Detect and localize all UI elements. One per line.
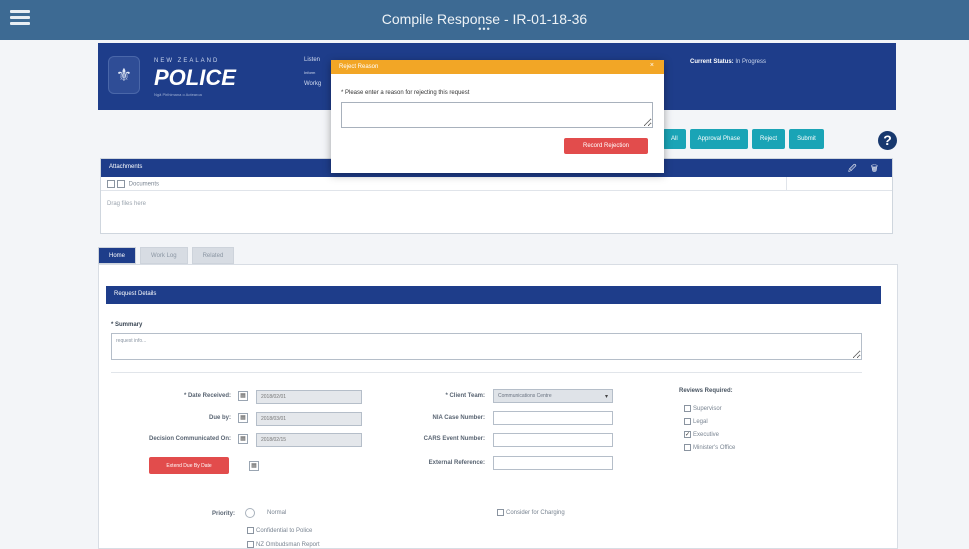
review-legal-checkbox[interactable]: Legal <box>684 418 708 425</box>
expand-icon[interactable] <box>117 180 125 188</box>
due-by-label: Due by: <box>208 415 231 421</box>
option-1-label: Confidential to Police <box>256 528 313 535</box>
consider-charging-checkbox[interactable]: Consider for Charging <box>497 509 565 516</box>
due-by-field[interactable] <box>256 412 362 426</box>
dialog-title: Reject Reason <box>339 64 379 70</box>
drop-zone[interactable]: Drag files here <box>101 191 892 217</box>
attachments-tree-row[interactable]: Documents <box>101 177 892 191</box>
approval-phase-button[interactable]: Approval Phase <box>689 129 749 149</box>
logo-police-text: POLICE <box>154 65 236 90</box>
edit-delete-icon[interactable]: 🖉 🗑 <box>848 163 884 177</box>
external-ref-field[interactable] <box>493 456 613 470</box>
nia-case-field[interactable] <box>493 411 613 425</box>
calendar-icon[interactable]: ▦ <box>238 391 248 401</box>
logo-tagline: Ngā Pirihimana o Aotearoa <box>154 92 202 97</box>
logo-nz-text: NEW ZEALAND <box>154 58 220 64</box>
review-minister-checkbox[interactable]: Minister's Office <box>684 444 735 451</box>
priority-label: Priority: <box>211 511 235 517</box>
tab-home[interactable]: Home <box>98 247 137 264</box>
request-details-header: Request Details <box>106 286 881 304</box>
review-supervisor-checkbox[interactable]: Supervisor <box>684 405 722 412</box>
client-team-value: Communications Centre <box>498 393 552 399</box>
top-bar: Compile Response - IR-01-18-36 ••• <box>0 0 969 40</box>
page-title: Compile Response - IR-01-18-36 ••• <box>0 11 969 34</box>
reject-reason-dialog: Reject Reason × * Please enter a reason … <box>331 60 664 173</box>
review-label: Minister's Office <box>693 445 736 452</box>
banner-line-3: Workg <box>304 81 322 87</box>
tree-column <box>786 177 892 191</box>
current-status: Current Status: In Progress <box>690 59 766 65</box>
review-label: Supervisor <box>693 406 722 413</box>
tree-item-label: Documents <box>128 181 160 188</box>
review-label: Legal <box>693 419 708 426</box>
reason-label: * Please enter a reason for rejecting th… <box>341 90 470 96</box>
summary-field[interactable]: request info... <box>111 333 862 360</box>
option-1-checkbox[interactable]: Confidential to Police <box>247 527 312 534</box>
cars-event-field[interactable] <box>493 433 613 447</box>
submit-button[interactable]: Submit <box>789 129 824 149</box>
date-received-label: * Date Received: <box>183 393 231 399</box>
help-icon[interactable]: ? <box>878 131 897 150</box>
app-window: Compile Response - IR-01-18-36 ••• ⚜ NEW… <box>0 0 969 549</box>
reviews-title: Reviews Required: <box>679 388 733 394</box>
review-label: Executive <box>693 432 720 439</box>
client-team-label: * Client Team: <box>445 393 485 399</box>
calendar-icon[interactable]: ▦ <box>238 434 248 444</box>
more-dots-icon[interactable]: ••• <box>0 25 969 34</box>
action-toolbar: All Approval Phase Reject Submit <box>663 129 824 149</box>
cars-label: CARS Event Number: <box>423 436 485 442</box>
tab-bar: Home Work Log Related <box>98 247 235 264</box>
date-received-field[interactable] <box>256 390 362 404</box>
priority-value: Normal <box>267 510 287 516</box>
banner-line-2: Inform <box>304 70 316 75</box>
nia-label: NIA Case Number: <box>432 415 485 421</box>
folder-icon <box>107 180 115 188</box>
status-label: Current Status: <box>690 59 734 65</box>
decision-label: Decision Communicated On: <box>148 436 231 442</box>
all-button[interactable]: All <box>663 129 686 149</box>
status-value: In Progress <box>735 59 767 65</box>
external-ref-label: External Reference: <box>428 460 485 466</box>
tab-work-log[interactable]: Work Log <box>140 247 188 264</box>
banner-line-1: Listen <box>304 57 321 63</box>
tab-related[interactable]: Related <box>191 247 235 264</box>
details-container: Request Details * Summary request info..… <box>98 264 898 549</box>
divider <box>111 372 862 373</box>
review-executive-checkbox[interactable]: ✓ Executive <box>684 431 719 438</box>
attachments-title: Attachments <box>109 164 143 170</box>
crest-icon: ⚜ <box>108 56 140 94</box>
client-team-select[interactable]: Communications Centre ▾ <box>493 389 613 403</box>
chevron-down-icon: ▾ <box>604 394 608 400</box>
decision-field[interactable] <box>256 433 362 447</box>
close-icon[interactable]: × <box>650 62 654 69</box>
police-logo: ⚜ NEW ZEALAND POLICE Ngā Pirihimana o Ao… <box>108 52 248 100</box>
reason-field[interactable] <box>341 102 653 128</box>
dialog-header: Reject Reason × <box>331 60 664 74</box>
record-rejection-button[interactable]: Record Rejection <box>564 138 648 154</box>
option-2-label: NZ Ombudsman Report <box>256 542 320 549</box>
option-2-checkbox[interactable]: NZ Ombudsman Report <box>247 541 320 548</box>
summary-label: * Summary <box>111 322 143 328</box>
calendar-icon[interactable]: ▦ <box>238 413 248 423</box>
priority-radio[interactable] <box>245 508 255 518</box>
calendar-icon[interactable]: ▦ <box>249 461 259 471</box>
consider-label: Consider for Charging <box>506 510 565 517</box>
reject-button[interactable]: Reject <box>752 129 786 149</box>
extend-due-date-button[interactable]: Extend Due By Date <box>149 457 229 474</box>
